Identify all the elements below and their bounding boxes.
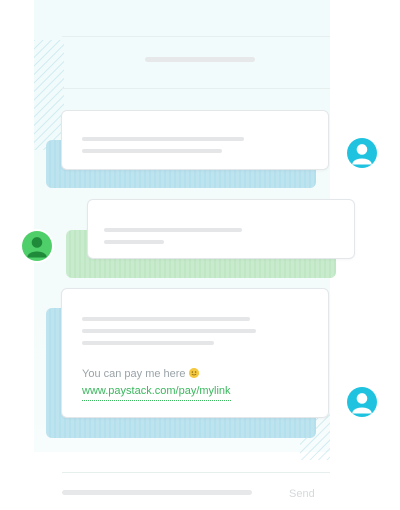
send-button[interactable]: Send (289, 488, 315, 500)
contact-avatar-icon (22, 231, 52, 261)
user-avatar (345, 136, 379, 170)
payment-message-bubble: You can pay me here www.paystack.com/pay… (61, 288, 329, 418)
header-divider (62, 36, 330, 37)
message-input[interactable] (62, 490, 252, 495)
payment-link[interactable]: www.paystack.com/pay/mylink (82, 385, 231, 401)
chat-header-title-placeholder (145, 57, 255, 62)
message-text-placeholder (82, 137, 244, 141)
message-text-placeholder (104, 228, 242, 232)
decorative-stripes (34, 40, 64, 150)
message-text-placeholder (82, 149, 222, 153)
smiley-icon (188, 368, 199, 378)
user-avatar-icon (347, 138, 377, 168)
payment-message-text: You can pay me here (82, 368, 199, 380)
header-divider (62, 88, 330, 89)
message-bubble (87, 199, 355, 259)
user-avatar (345, 385, 379, 419)
contact-avatar (20, 229, 54, 263)
message-bubble (61, 110, 329, 170)
message-text-placeholder (82, 341, 214, 345)
message-text-placeholder (82, 329, 256, 333)
user-avatar-icon (347, 387, 377, 417)
composer-divider (62, 472, 330, 473)
payment-message-prefix: You can pay me here (82, 368, 186, 380)
message-text-placeholder (82, 317, 250, 321)
message-text-placeholder (104, 240, 164, 244)
